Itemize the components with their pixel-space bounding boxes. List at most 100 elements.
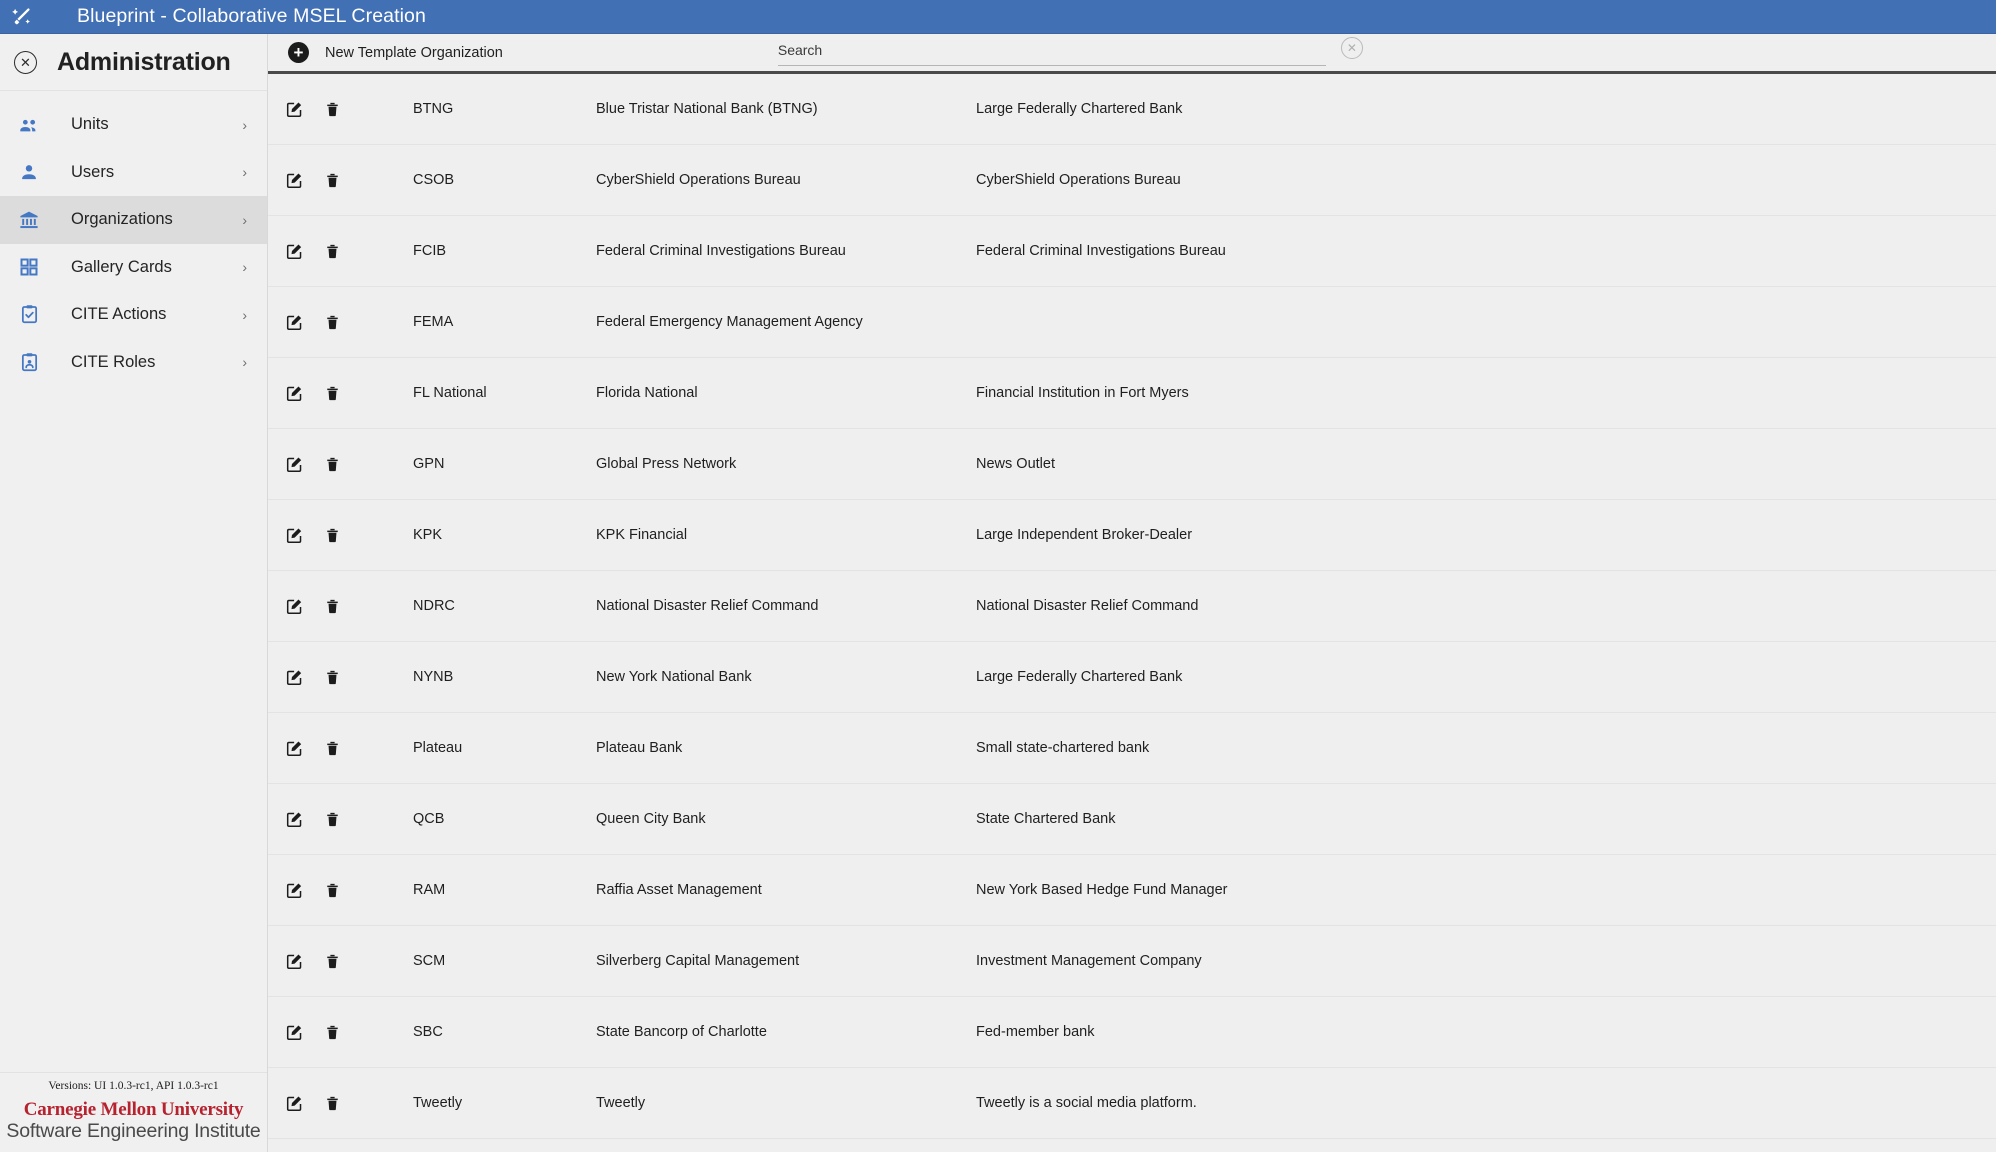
cell-short-name: FCIB [413, 243, 596, 259]
table-row[interactable]: FL National Florida National Financial I… [268, 358, 1996, 429]
clipboard-check-icon [16, 302, 42, 328]
trash-icon[interactable] [324, 882, 363, 899]
group-people-icon [16, 112, 42, 138]
table-row[interactable]: FCIB Federal Criminal Investigations Bur… [268, 216, 1996, 287]
edit-pencil-icon[interactable] [285, 242, 324, 261]
cell-description: State Chartered Bank [976, 811, 1996, 827]
trash-icon[interactable] [324, 385, 363, 402]
table-row[interactable]: QCB Queen City Bank State Chartered Bank [268, 784, 1996, 855]
magic-wand-icon [9, 4, 35, 30]
search-input[interactable] [778, 40, 1326, 66]
edit-pencil-icon[interactable] [285, 739, 324, 758]
sidebar-header: ✕ Administration [0, 34, 267, 91]
sidebar-item-users[interactable]: Users › [0, 149, 267, 197]
plus-circle-icon: + [288, 42, 309, 63]
cell-organization-name: New York National Bank [596, 669, 976, 685]
edit-pencil-icon[interactable] [285, 384, 324, 403]
table-row[interactable]: RAM Raffia Asset Management New York Bas… [268, 855, 1996, 926]
chevron-right-icon: › [242, 117, 247, 133]
table-row[interactable]: GPN Global Press Network News Outlet [268, 429, 1996, 500]
table-row[interactable]: BTNG Blue Tristar National Bank (BTNG) L… [268, 74, 1996, 145]
trash-icon[interactable] [324, 953, 363, 970]
chevron-right-icon: › [242, 212, 247, 228]
toolbar: + New Template Organization ✕ [268, 34, 1996, 71]
edit-pencil-icon[interactable] [285, 1094, 324, 1113]
new-template-organization-button[interactable]: + New Template Organization [288, 42, 503, 63]
edit-pencil-icon[interactable] [285, 100, 324, 119]
trash-icon[interactable] [324, 456, 363, 473]
table-row[interactable]: NYNB New York National Bank Large Federa… [268, 642, 1996, 713]
cell-description: Large Independent Broker-Dealer [976, 527, 1996, 543]
trash-icon[interactable] [324, 669, 363, 686]
cell-organization-name: Florida National [596, 385, 976, 401]
table-row[interactable]: NDRC National Disaster Relief Command Na… [268, 571, 1996, 642]
cell-organization-name: Silverberg Capital Management [596, 953, 976, 969]
app-title: Blueprint - Collaborative MSEL Creation [77, 5, 426, 28]
version-text: Versions: UI 1.0.3-rc1, API 1.0.3-rc1 [0, 1080, 267, 1092]
person-icon [16, 159, 42, 185]
chevron-right-icon: › [242, 259, 247, 275]
cell-organization-name: Tweetly [596, 1095, 976, 1111]
cell-short-name: FEMA [413, 314, 596, 330]
edit-pencil-icon[interactable] [285, 313, 324, 332]
cell-description: CyberShield Operations Bureau [976, 172, 1996, 188]
edit-pencil-icon[interactable] [285, 668, 324, 687]
trash-icon[interactable] [324, 314, 363, 331]
edit-pencil-icon[interactable] [285, 455, 324, 474]
cell-organization-name: Plateau Bank [596, 740, 976, 756]
cell-description: New York Based Hedge Fund Manager [976, 882, 1996, 898]
trash-icon[interactable] [324, 598, 363, 615]
edit-pencil-icon[interactable] [285, 952, 324, 971]
cell-description: Federal Criminal Investigations Bureau [976, 243, 1996, 259]
edit-pencil-icon[interactable] [285, 1023, 324, 1042]
cell-description: National Disaster Relief Command [976, 598, 1996, 614]
close-circle-icon[interactable]: ✕ [14, 51, 37, 74]
trash-icon[interactable] [324, 527, 363, 544]
cell-organization-name: CyberShield Operations Bureau [596, 172, 976, 188]
sidebar-item-cite-actions[interactable]: CITE Actions › [0, 291, 267, 339]
cell-organization-name: Blue Tristar National Bank (BTNG) [596, 101, 976, 117]
table-row[interactable]: SCM Silverberg Capital Management Invest… [268, 926, 1996, 997]
cell-description: Fed-member bank [976, 1024, 1996, 1040]
table-row[interactable]: CSOB CyberShield Operations Bureau Cyber… [268, 145, 1996, 216]
trash-icon[interactable] [324, 101, 363, 118]
cell-organization-name: State Bancorp of Charlotte [596, 1024, 976, 1040]
cell-short-name: Tweetly [413, 1095, 596, 1111]
app-header: Blueprint - Collaborative MSEL Creation [0, 0, 1996, 34]
table-row[interactable]: Plateau Plateau Bank Small state-charter… [268, 713, 1996, 784]
search-container: ✕ [778, 40, 1326, 66]
cell-organization-name: Federal Criminal Investigations Bureau [596, 243, 976, 259]
edit-pencil-icon[interactable] [285, 810, 324, 829]
cmu-logo-university: Carnegie Mellon University [0, 1100, 267, 1120]
edit-pencil-icon[interactable] [285, 171, 324, 190]
cmu-logo-institute: Software Engineering Institute [0, 1120, 267, 1142]
trash-icon[interactable] [324, 172, 363, 189]
trash-icon[interactable] [324, 1095, 363, 1112]
sidebar-item-units[interactable]: Units › [0, 101, 267, 149]
cell-organization-name: KPK Financial [596, 527, 976, 543]
trash-icon[interactable] [324, 740, 363, 757]
edit-pencil-icon[interactable] [285, 881, 324, 900]
cell-short-name: SBC [413, 1024, 596, 1040]
clear-search-icon[interactable]: ✕ [1341, 37, 1363, 59]
sidebar-item-gallery-cards[interactable]: Gallery Cards › [0, 244, 267, 292]
sidebar-item-label: Gallery Cards [71, 258, 242, 277]
sidebar-item-label: CITE Actions [71, 305, 242, 324]
edit-pencil-icon[interactable] [285, 526, 324, 545]
sidebar-item-organizations[interactable]: Organizations › [0, 196, 267, 244]
table-row[interactable]: KPK KPK Financial Large Independent Brok… [268, 500, 1996, 571]
table-row[interactable]: Tweetly Tweetly Tweetly is a social medi… [268, 1068, 1996, 1139]
cell-organization-name: Global Press Network [596, 456, 976, 472]
trash-icon[interactable] [324, 811, 363, 828]
table-row[interactable]: FEMA Federal Emergency Management Agency [268, 287, 1996, 358]
edit-pencil-icon[interactable] [285, 597, 324, 616]
sidebar-item-cite-roles[interactable]: CITE Roles › [0, 339, 267, 387]
cell-short-name: BTNG [413, 101, 596, 117]
cell-short-name: CSOB [413, 172, 596, 188]
cell-description: Financial Institution in Fort Myers [976, 385, 1996, 401]
cell-short-name: KPK [413, 527, 596, 543]
trash-icon[interactable] [324, 1024, 363, 1041]
trash-icon[interactable] [324, 243, 363, 260]
table-row[interactable]: SBC State Bancorp of Charlotte Fed-membe… [268, 997, 1996, 1068]
cell-short-name: SCM [413, 953, 596, 969]
